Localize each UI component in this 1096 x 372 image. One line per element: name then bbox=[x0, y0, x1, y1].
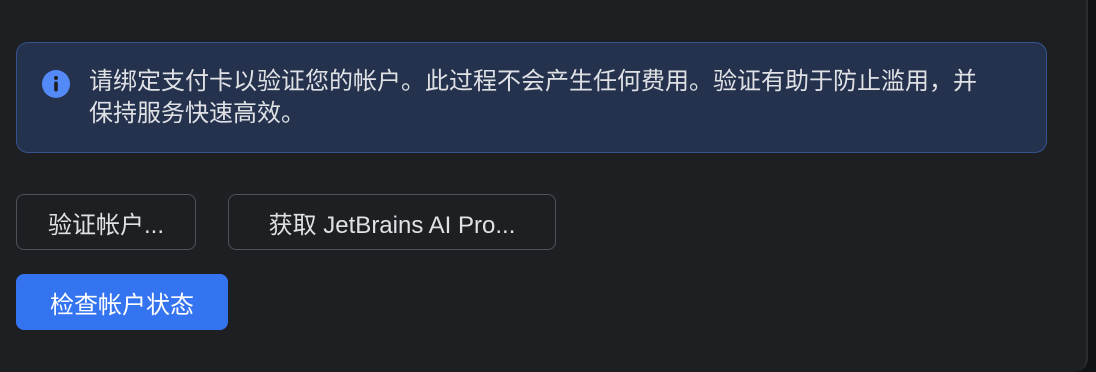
account-verification-panel: 请绑定支付卡以验证您的帐户。此过程不会产生任何费用。验证有助于防止滥用，并保持服… bbox=[0, 0, 1088, 372]
get-jetbrains-ai-pro-button[interactable]: 获取 JetBrains AI Pro... bbox=[228, 194, 556, 250]
info-banner: 请绑定支付卡以验证您的帐户。此过程不会产生任何费用。验证有助于防止滥用，并保持服… bbox=[16, 42, 1047, 153]
verify-account-button[interactable]: 验证帐户... bbox=[16, 194, 196, 250]
check-account-status-button[interactable]: 检查帐户状态 bbox=[16, 274, 228, 330]
info-icon bbox=[42, 70, 70, 98]
info-banner-text: 请绑定支付卡以验证您的帐户。此过程不会产生任何费用。验证有助于防止滥用，并保持服… bbox=[89, 67, 977, 127]
